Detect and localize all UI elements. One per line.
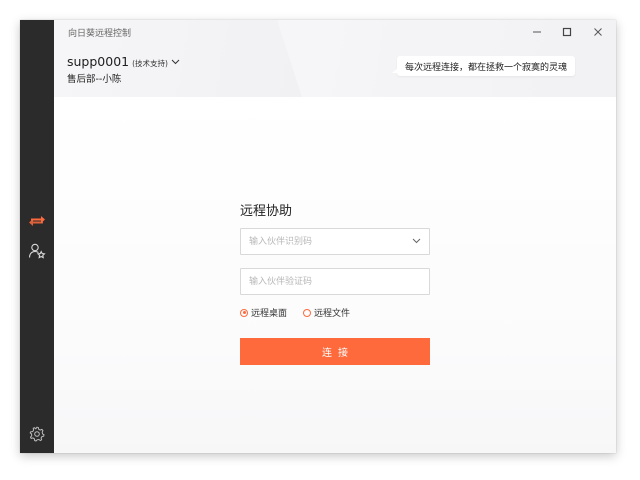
main-panel: 远程协助 远程桌面 远程文件 连接 bbox=[54, 97, 616, 453]
app-window: 向日葵远程控制 supp0001 (技术支持) 售后部--小陈 每次远程连接，都… bbox=[20, 20, 616, 453]
account-switcher[interactable]: supp0001 (技术支持) bbox=[67, 54, 180, 69]
slogan-bubble: 每次远程连接，都在拯救一个寂寞的灵魂 bbox=[392, 56, 576, 76]
maximize-button[interactable] bbox=[556, 24, 578, 40]
contacts-star-icon bbox=[28, 243, 46, 259]
radio-remote-desktop[interactable]: 远程桌面 bbox=[240, 306, 287, 319]
maximize-icon bbox=[562, 27, 572, 37]
mode-radio-group: 远程桌面 远程文件 bbox=[240, 306, 366, 319]
chevron-down-icon bbox=[171, 59, 180, 65]
sidebar bbox=[20, 20, 54, 453]
form-title: 远程协助 bbox=[240, 204, 293, 219]
radio-label: 远程桌面 bbox=[251, 309, 288, 319]
app-title: 向日葵远程控制 bbox=[68, 29, 132, 39]
radio-label: 远程文件 bbox=[314, 309, 351, 319]
remote-transfer-icon bbox=[29, 216, 45, 226]
radio-unselected-icon bbox=[303, 308, 312, 317]
verify-code-input[interactable] bbox=[241, 269, 429, 294]
partner-id-field[interactable] bbox=[240, 228, 430, 255]
close-icon bbox=[594, 28, 602, 36]
account-role: (技术支持) bbox=[132, 59, 168, 68]
sidebar-item-contacts[interactable] bbox=[20, 237, 54, 265]
chevron-down-icon[interactable] bbox=[412, 238, 421, 244]
sidebar-item-remote[interactable] bbox=[20, 207, 54, 235]
minimize-button[interactable] bbox=[526, 24, 548, 40]
gear-icon bbox=[29, 426, 45, 442]
radio-remote-file[interactable]: 远程文件 bbox=[303, 306, 350, 319]
account-department: 售后部--小陈 bbox=[67, 74, 122, 85]
settings-button[interactable] bbox=[20, 420, 54, 448]
partner-id-input[interactable] bbox=[241, 229, 429, 254]
slogan-text: 每次远程连接，都在拯救一个寂寞的灵魂 bbox=[405, 62, 568, 73]
verify-code-field[interactable] bbox=[240, 268, 430, 295]
bubble-tail bbox=[392, 68, 398, 73]
minimize-icon bbox=[533, 31, 541, 33]
connect-button[interactable]: 连接 bbox=[240, 338, 430, 365]
account-id: supp0001 bbox=[67, 54, 130, 69]
radio-selected-icon bbox=[240, 308, 248, 317]
close-button[interactable] bbox=[587, 24, 609, 40]
header: 向日葵远程控制 supp0001 (技术支持) 售后部--小陈 每次远程连接，都… bbox=[54, 20, 616, 97]
